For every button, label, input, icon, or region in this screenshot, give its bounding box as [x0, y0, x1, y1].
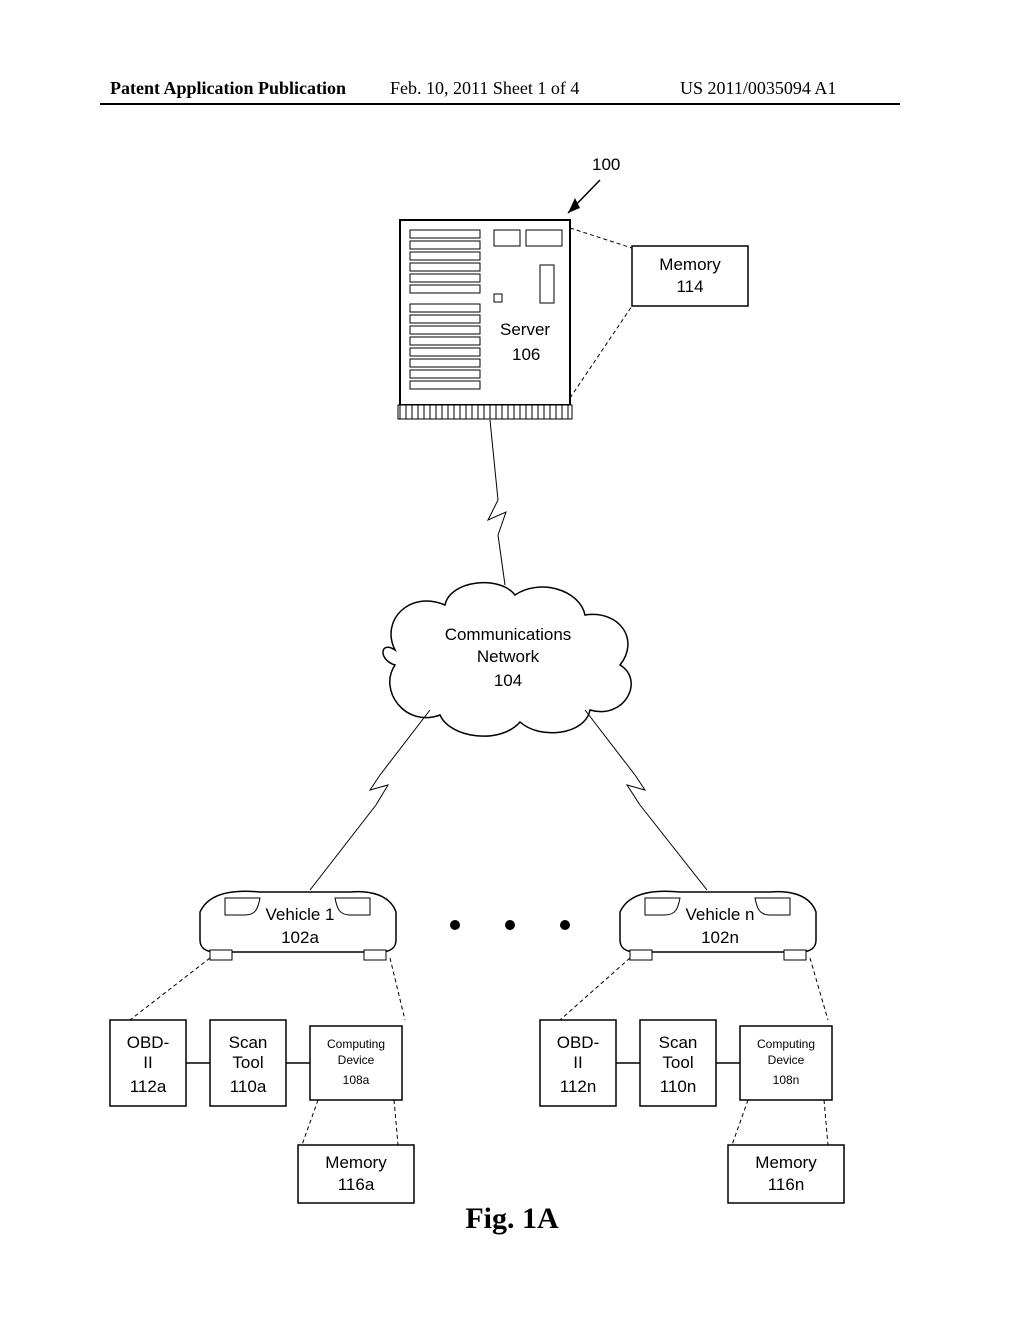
cloud-network-icon: Communications Network 104 [383, 583, 631, 736]
obd-a-box: OBD- II 112a [110, 1020, 186, 1106]
svg-text:Memory: Memory [755, 1153, 817, 1172]
svg-text:Device: Device [768, 1053, 805, 1067]
comp-a-box: Computing Device 108a [310, 1026, 402, 1100]
header-rule [100, 103, 900, 105]
svg-text:Tool: Tool [232, 1053, 263, 1072]
svg-text:Computing: Computing [327, 1037, 385, 1051]
svg-text:OBD-: OBD- [127, 1033, 170, 1052]
header-publication-type: Patent Application Publication [110, 78, 346, 99]
header-date-sheet: Feb. 10, 2011 Sheet 1 of 4 [390, 78, 579, 99]
scan-n-box: Scan Tool 110n [640, 1020, 716, 1106]
server-memory-label: Memory [659, 255, 721, 274]
vehicle-n-icon: Vehicle n 102n [620, 891, 816, 960]
vehicle-n-label: Vehicle n [686, 905, 755, 924]
scan-a-box: Scan Tool 110a [210, 1020, 286, 1106]
svg-text:II: II [143, 1053, 152, 1072]
server-ref: 106 [512, 345, 540, 364]
svg-text:Device: Device [338, 1053, 375, 1067]
system-ref-label: 100 [592, 155, 620, 174]
mem-a-box: Memory 116a [298, 1145, 414, 1203]
mem-n-box: Memory 116n [728, 1145, 844, 1203]
comp-n-box: Computing Device 108n [740, 1026, 832, 1100]
vehicle-a-icon: Vehicle 1 102a [200, 891, 396, 960]
server-memory-box: Memory 114 [570, 228, 748, 398]
svg-text:112n: 112n [560, 1077, 597, 1096]
network-label-l2: Network [477, 647, 540, 666]
svg-text:110n: 110n [660, 1077, 697, 1096]
figure-caption: Fig. 1A [0, 1202, 1024, 1236]
network-ref: 104 [494, 671, 522, 690]
server-memory-ref: 114 [676, 277, 703, 296]
network-label-l1: Communications [445, 625, 572, 644]
server-label: Server [500, 320, 550, 339]
svg-text:OBD-: OBD- [557, 1033, 600, 1052]
svg-text:110a: 110a [230, 1077, 267, 1096]
svg-text:108n: 108n [773, 1073, 800, 1087]
obd-n-box: OBD- II 112n [540, 1020, 616, 1106]
svg-text:Scan: Scan [229, 1033, 268, 1052]
svg-text:Computing: Computing [757, 1037, 815, 1051]
svg-text:108a: 108a [343, 1073, 370, 1087]
svg-text:116a: 116a [338, 1175, 375, 1194]
svg-text:Tool: Tool [662, 1053, 693, 1072]
server-tower-icon: Server 106 [398, 220, 572, 419]
network-vehicle-n-link-icon [585, 710, 707, 890]
ellipsis-icon [450, 920, 570, 930]
network-vehicle-a-link-icon [310, 710, 430, 890]
svg-text:112a: 112a [130, 1077, 167, 1096]
svg-text:Memory: Memory [325, 1153, 387, 1172]
svg-text:II: II [573, 1053, 582, 1072]
figure-diagram: 100 [0, 120, 1024, 1270]
vehicle-a-label: Vehicle 1 [266, 905, 335, 924]
header-publication-number: US 2011/0035094 A1 [680, 78, 836, 99]
vehicle-n-ref: 102n [701, 928, 739, 947]
svg-text:Scan: Scan [659, 1033, 698, 1052]
vehicle-a-ref: 102a [281, 928, 319, 947]
svg-text:116n: 116n [768, 1175, 805, 1194]
server-network-link-icon [488, 420, 506, 585]
